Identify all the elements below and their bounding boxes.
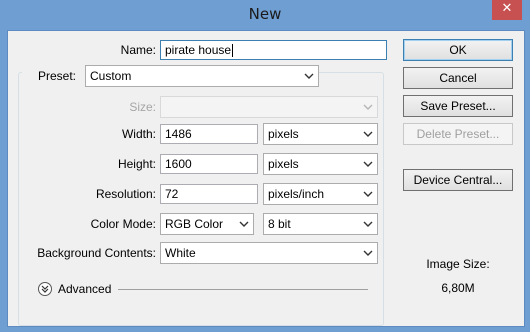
name-label: Name: — [120, 43, 156, 57]
name-value: pirate house — [165, 43, 232, 57]
color-mode-value: RGB Color — [165, 217, 224, 231]
bit-depth-select[interactable]: 8 bit — [263, 213, 378, 235]
cancel-button[interactable]: Cancel — [403, 67, 513, 89]
name-field[interactable]: pirate house — [160, 40, 387, 60]
height-field[interactable]: 1600 — [160, 154, 258, 174]
chevron-down-icon — [362, 154, 374, 174]
color-mode-label: Color Mode: — [90, 217, 156, 231]
width-field[interactable]: 1486 — [160, 124, 258, 144]
preset-select[interactable]: Custom — [85, 65, 319, 87]
dialog-window: New ✕ Name: pirate house Preset: Custom … — [0, 0, 530, 332]
double-chevron-down-icon[interactable] — [38, 282, 52, 296]
chevron-down-icon — [362, 243, 374, 263]
image-size-value: 6,80M — [441, 281, 475, 295]
image-size-label: Image Size: — [426, 257, 490, 271]
height-unit-select[interactable]: pixels — [263, 153, 378, 175]
background-contents-select[interactable]: White — [160, 242, 378, 264]
bit-depth-value: 8 bit — [268, 217, 291, 231]
device-central-button[interactable]: Device Central... — [403, 169, 513, 191]
close-button[interactable]: ✕ — [492, 0, 522, 20]
resolution-value: 72 — [165, 187, 179, 201]
chevron-down-icon — [238, 214, 250, 234]
background-contents-value: White — [165, 246, 196, 260]
width-unit-select[interactable]: pixels — [263, 123, 378, 145]
width-value: 1486 — [165, 127, 192, 141]
size-label: Size: — [129, 100, 156, 114]
size-select — [160, 96, 378, 118]
dialog-body: Name: pirate house Preset: Custom Size: … — [7, 30, 525, 327]
height-label: Height: — [117, 157, 156, 171]
save-preset-button[interactable]: Save Preset... — [403, 95, 513, 117]
text-cursor — [232, 44, 234, 58]
title-bar[interactable]: New ✕ — [0, 0, 530, 30]
height-unit-value: pixels — [268, 157, 299, 171]
width-unit-value: pixels — [268, 127, 299, 141]
resolution-label: Resolution: — [95, 187, 156, 201]
resolution-field[interactable]: 72 — [160, 184, 258, 204]
chevron-down-icon — [303, 66, 315, 86]
ok-button[interactable]: OK — [403, 39, 513, 61]
chevron-down-icon — [362, 184, 374, 204]
preset-value: Custom — [90, 69, 132, 83]
color-mode-select[interactable]: RGB Color — [160, 213, 254, 235]
window-title: New — [248, 5, 282, 23]
width-label: Width: — [121, 127, 156, 141]
advanced-toggle-label[interactable]: Advanced — [58, 279, 111, 299]
background-contents-label: Background Contents: — [37, 246, 156, 260]
chevron-down-icon — [362, 214, 374, 234]
chevron-down-icon — [362, 124, 374, 144]
chevron-down-icon — [362, 97, 374, 117]
close-icon: ✕ — [501, 1, 513, 16]
resolution-unit-value: pixels/inch — [268, 187, 325, 201]
resolution-unit-select[interactable]: pixels/inch — [263, 183, 378, 205]
height-value: 1600 — [165, 157, 192, 171]
advanced-divider — [118, 289, 368, 290]
delete-preset-button: Delete Preset... — [403, 123, 513, 145]
